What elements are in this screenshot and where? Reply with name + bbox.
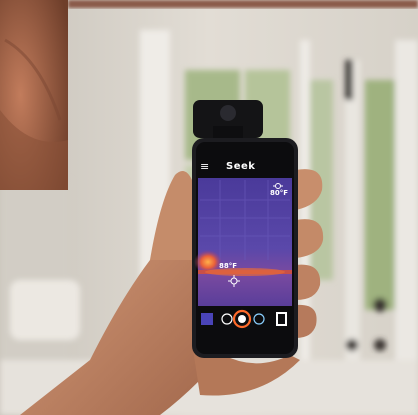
app-brand: Seek [226, 161, 256, 172]
temperature-readout-center: 88°F [219, 262, 238, 270]
temperature-readout-top: 80°F [270, 189, 289, 197]
thermal-camera-attachment [193, 100, 263, 140]
scene-drawing [0, 0, 418, 415]
photo-scene: ≡ Seek 80°F 88°F [0, 0, 418, 415]
face-inset [0, 0, 68, 190]
menu-icon: ≡ [200, 160, 210, 173]
palette-icon [201, 313, 213, 325]
